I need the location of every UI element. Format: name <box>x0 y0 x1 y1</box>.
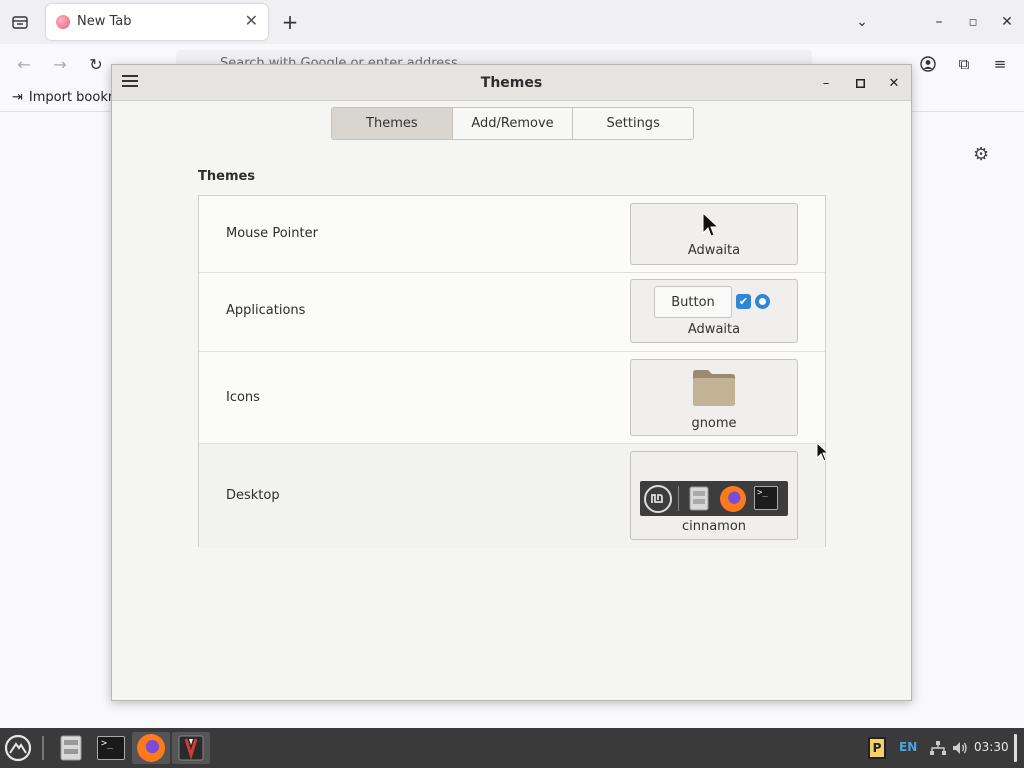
forward-icon[interactable]: → <box>50 54 70 74</box>
tab-themes[interactable]: Themes <box>332 108 453 139</box>
row-icons: Icons gnome <box>199 352 825 444</box>
close-tab-icon[interactable]: ✕ <box>245 11 258 30</box>
clock[interactable]: 03:30 <box>974 740 1009 754</box>
tab-overflow-chevron-icon[interactable]: ⌄ <box>852 12 872 32</box>
taskbar: >_ P EN 03:30 <box>0 728 1024 768</box>
import-icon: ⇥ <box>12 90 23 105</box>
browser-tab-bar: New Tab ✕ + ⌄ – ◻ ✕ <box>0 0 1024 44</box>
mouse-pointer-theme-button[interactable]: Adwaita <box>630 203 798 265</box>
hamburger-menu-icon[interactable]: ≡ <box>990 54 1010 74</box>
show-desktop-handle[interactable] <box>1014 734 1017 762</box>
icons-theme-button[interactable]: gnome <box>630 359 798 436</box>
section-title: Themes <box>198 169 256 184</box>
theme-name: Adwaita <box>687 322 741 337</box>
start-menu-icon[interactable] <box>2 732 34 764</box>
dialog-maximize-icon[interactable] <box>850 73 870 93</box>
firefox-icon <box>720 486 746 512</box>
tab-settings[interactable]: Settings <box>573 108 693 139</box>
applications-theme-button[interactable]: Button ✔ Adwaita <box>630 279 798 343</box>
close-browser-icon[interactable]: ✕ <box>998 12 1016 32</box>
preview-button: Button <box>654 286 732 318</box>
taskbar-separator <box>42 736 44 760</box>
volume-icon[interactable] <box>950 732 970 764</box>
desktop-panel-preview: >_ <box>640 481 788 516</box>
account-icon[interactable] <box>918 54 938 74</box>
network-icon[interactable] <box>928 732 948 764</box>
firefox-tab-icon <box>56 15 70 29</box>
dialog-title: Themes <box>480 75 543 91</box>
dialog-minimize-icon[interactable]: – <box>816 73 836 93</box>
dialog-tab-strip: Themes Add/Remove Settings <box>331 107 694 140</box>
row-mouse-pointer: Mouse Pointer Adwaita <box>199 196 825 273</box>
theme-name: gnome <box>691 416 737 431</box>
taskbar-terminal-icon[interactable]: >_ <box>95 732 127 764</box>
back-icon[interactable]: ← <box>14 54 34 74</box>
mouse-cursor-icon <box>816 442 829 462</box>
mint-menu-icon <box>644 485 672 513</box>
row-applications: Applications Button ✔ Adwaita <box>199 273 825 352</box>
themes-dialog: Themes – ✕ Themes Add/Remove Settings Th… <box>111 64 912 701</box>
update-manager-icon[interactable]: P <box>866 732 888 764</box>
tab-add-remove[interactable]: Add/Remove <box>453 108 574 139</box>
tab-list-icon[interactable] <box>10 12 30 32</box>
reload-icon[interactable]: ↻ <box>86 54 106 74</box>
keyboard-language-indicator[interactable]: EN <box>899 740 917 754</box>
desktop-theme-button[interactable]: >_ cinnamon <box>630 451 798 540</box>
theme-name: cinnamon <box>681 519 747 534</box>
dialog-close-icon[interactable]: ✕ <box>884 73 904 93</box>
theme-name: Adwaita <box>687 243 741 258</box>
page-settings-gear-icon[interactable]: ⚙ <box>973 144 989 165</box>
pointer-preview-icon <box>702 212 719 237</box>
terminal-icon: >_ <box>754 486 778 510</box>
tab-new-tab[interactable]: New Tab ✕ <box>46 4 268 40</box>
panel-divider <box>678 486 679 511</box>
row-desktop: Desktop >_ cinnamon <box>199 444 825 548</box>
taskbar-files-icon[interactable] <box>56 732 86 764</box>
themes-list: Mouse Pointer Adwaita Applications Butto… <box>198 195 826 548</box>
new-tab-icon[interactable]: + <box>280 10 300 34</box>
taskbar-firefox-icon[interactable] <box>132 732 170 764</box>
file-manager-icon <box>689 486 709 511</box>
dialog-titlebar: Themes – ✕ <box>112 65 911 101</box>
folder-icon <box>693 370 735 406</box>
checkbox-preview-icon: ✔ <box>736 294 751 309</box>
row-label: Applications <box>226 303 306 318</box>
tab-title: New Tab <box>77 14 132 29</box>
maximize-browser-icon[interactable]: ◻ <box>964 12 982 32</box>
radio-preview-icon <box>755 294 770 309</box>
extensions-icon[interactable]: ⧉ <box>954 54 974 74</box>
row-label: Icons <box>226 390 260 405</box>
row-label: Mouse Pointer <box>226 226 318 241</box>
minimize-browser-icon[interactable]: – <box>930 12 948 32</box>
taskbar-themes-app-icon[interactable] <box>172 732 210 764</box>
row-label: Desktop <box>226 488 280 503</box>
